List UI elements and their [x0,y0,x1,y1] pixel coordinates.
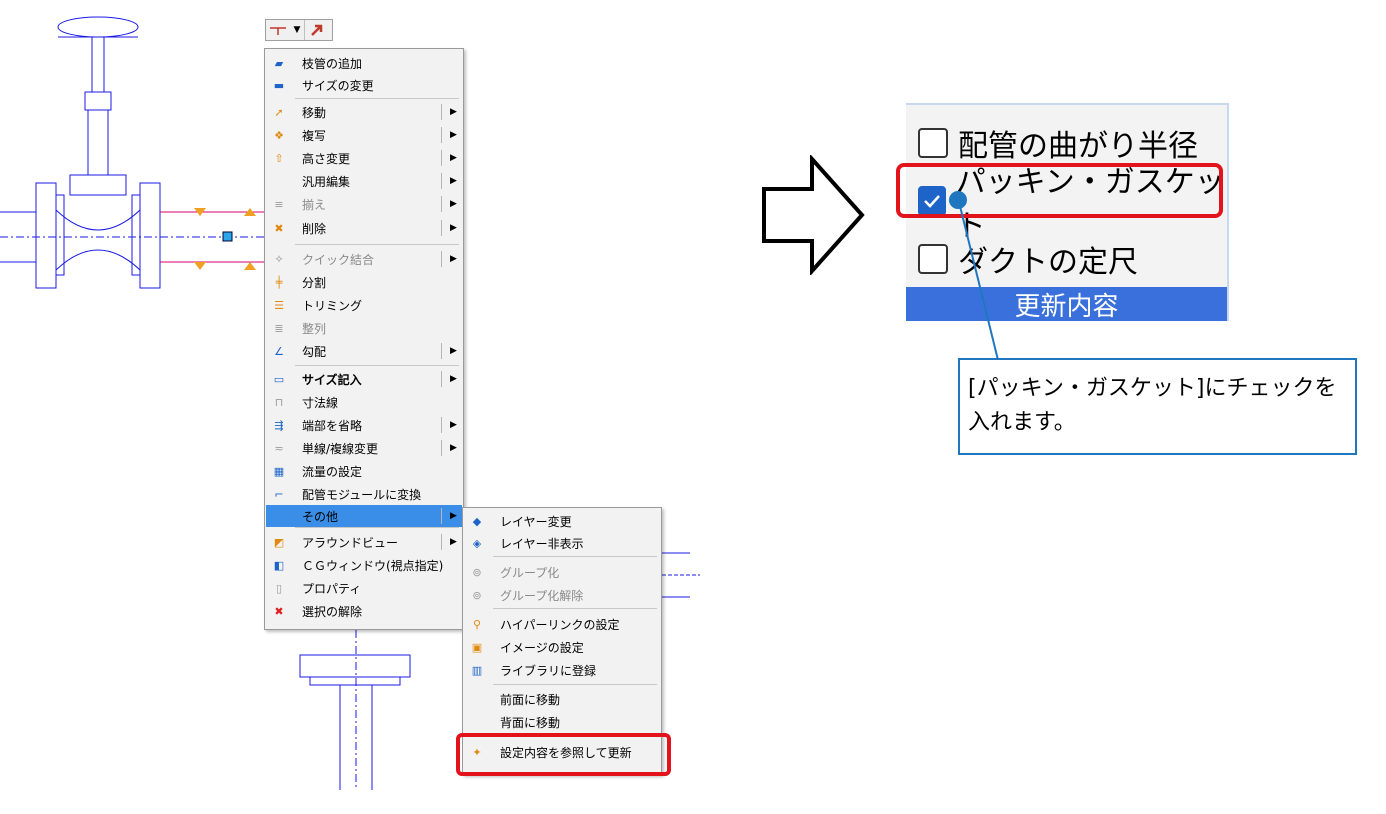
callout-line-1: [パッキン・ガスケット]にチェックを [968,376,1337,401]
callout-line-2: 入れます。 [968,410,1076,435]
instruction-callout: [パッキン・ガスケット]にチェックを 入れます。 [958,358,1357,455]
